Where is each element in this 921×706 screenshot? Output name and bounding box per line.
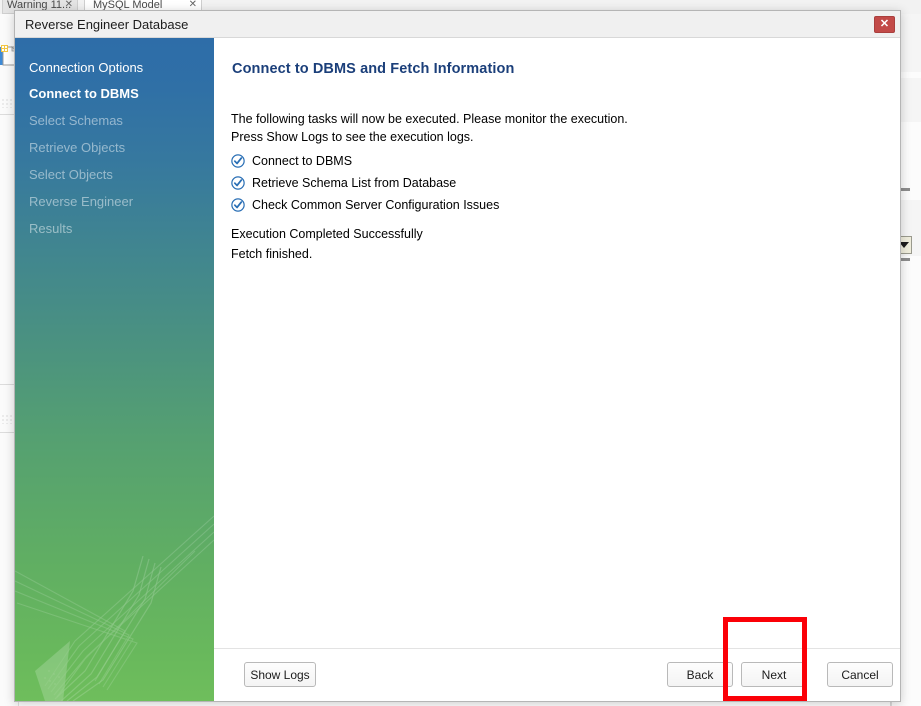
sidebar-item-select-schemas[interactable]: Select Schemas: [15, 107, 214, 134]
intro-text: The following tasks will now be executed…: [231, 110, 628, 146]
task-checklist: Connect to DBMS Retrieve Schema List fro…: [231, 150, 671, 216]
check-circle-icon: [231, 198, 245, 212]
intro-line-1: The following tasks will now be executed…: [231, 112, 628, 126]
reverse-engineer-database-dialog: Reverse Engineer Database ✕ Connection O…: [14, 10, 901, 702]
sidebar-item-select-objects[interactable]: Select Objects: [15, 161, 214, 188]
sidebar-item-connection-options[interactable]: Connection Options: [15, 54, 214, 81]
sidebar-item-results[interactable]: Results: [15, 215, 214, 242]
dialog-footer: Show Logs Back Next Cancel: [214, 648, 900, 701]
task-row: Connect to DBMS: [231, 150, 671, 172]
page-title: Connect to DBMS and Fetch Information: [232, 61, 515, 77]
task-row: Retrieve Schema List from Database: [231, 172, 671, 194]
task-label: Check Common Server Configuration Issues: [252, 198, 500, 212]
sidebar-item-reverse-engineer[interactable]: Reverse Engineer: [15, 188, 214, 215]
sidebar-item-label: Select Objects: [29, 167, 113, 182]
task-label: Connect to DBMS: [252, 154, 353, 168]
wizard-step-sidebar: Connection Options Connect to DBMS Selec…: [15, 38, 214, 701]
sidebar-item-label: Connect to DBMS: [29, 86, 139, 101]
dolphin-watermark-icon: [15, 515, 214, 701]
sidebar-item-label: Select Schemas: [29, 113, 123, 128]
check-circle-icon: [231, 176, 245, 190]
sidebar-item-label: Reverse Engineer: [29, 194, 134, 209]
back-button[interactable]: Back: [667, 662, 733, 687]
status-line-execution: Execution Completed Successfully: [231, 227, 423, 241]
task-label: Retrieve Schema List from Database: [252, 176, 457, 190]
task-row: Check Common Server Configuration Issues: [231, 194, 671, 216]
sidebar-item-label: Connection Options: [29, 60, 144, 75]
dialog-content-pane: Connect to DBMS and Fetch Information Th…: [214, 38, 900, 701]
sidebar-item-label: Results: [29, 221, 73, 236]
dialog-title: Reverse Engineer Database: [25, 17, 189, 32]
sidebar-item-label: Retrieve Objects: [29, 140, 126, 155]
close-icon[interactable]: ✕: [874, 16, 895, 33]
dialog-title-bar: Reverse Engineer Database ✕: [15, 11, 900, 38]
cancel-button[interactable]: Cancel: [827, 662, 893, 687]
sidebar-item-connect-to-dbms[interactable]: Connect to DBMS: [15, 80, 214, 107]
next-button[interactable]: Next: [741, 662, 807, 687]
execution-status: Execution Completed Successfully Fetch f…: [231, 227, 423, 267]
intro-line-2: Press Show Logs to see the execution log…: [231, 130, 474, 144]
sidebar-item-retrieve-objects[interactable]: Retrieve Objects: [15, 134, 214, 161]
show-logs-button[interactable]: Show Logs: [244, 662, 316, 687]
check-circle-icon: [231, 154, 245, 168]
status-line-fetch: Fetch finished.: [231, 247, 313, 261]
